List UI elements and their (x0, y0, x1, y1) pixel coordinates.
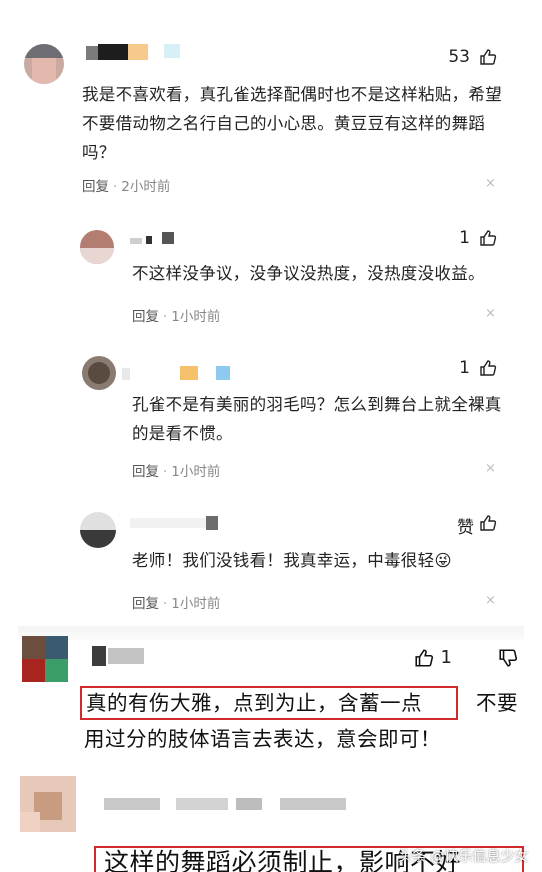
comment-text-body: 老师！我们没钱看！我真幸运，中毒很轻 (132, 551, 435, 570)
timestamp: 1小时前 (171, 309, 221, 325)
avatar[interactable] (82, 356, 116, 390)
close-icon[interactable]: × (485, 306, 496, 321)
thumbs-up-icon[interactable] (414, 648, 434, 668)
like-count: 53 (448, 47, 470, 67)
thumbs-down-icon[interactable] (498, 648, 518, 668)
comment-meta: 回复 · 1小时前 (132, 309, 221, 325)
comment-meta: 回复 · 1小时前 (132, 464, 221, 480)
like-count: 1 (459, 228, 470, 248)
avatar[interactable] (22, 636, 68, 682)
avatar[interactable] (80, 512, 116, 548)
avatar[interactable] (24, 44, 64, 84)
thumbs-up-icon[interactable] (479, 514, 497, 532)
emoji: 😜 (434, 551, 452, 570)
thumbs-up-icon[interactable] (479, 229, 497, 247)
close-icon[interactable]: × (485, 176, 496, 191)
close-icon[interactable]: × (485, 593, 496, 608)
highlighted-text: 真的有伤大雅，点到为止，含蓄一点 (86, 691, 422, 715)
comment-text: 不要 (476, 691, 518, 715)
username-blurred[interactable] (122, 368, 130, 380)
username-blurred[interactable] (130, 518, 210, 528)
timestamp: 1小时前 (171, 464, 221, 480)
like-count: 1 (459, 358, 470, 378)
username-blurred[interactable] (86, 46, 98, 60)
like-word: 赞 (457, 518, 474, 538)
timestamp: 2小时前 (121, 179, 171, 195)
comment-meta: 回复 · 2小时前 (82, 179, 171, 195)
like-count: 1 (440, 647, 452, 668)
thumbs-up-icon[interactable] (479, 359, 497, 377)
timestamp: 1小时前 (171, 596, 221, 612)
username-blurred[interactable] (92, 646, 106, 666)
reply-button[interactable]: 回复 (132, 309, 159, 325)
avatar[interactable] (20, 776, 76, 832)
avatar[interactable] (80, 230, 114, 264)
comment-text: 孔雀不是有美丽的羽毛吗？怎么到舞台上就全裸真的是看不惯。 (132, 395, 502, 443)
thumbs-up-icon[interactable] (479, 48, 497, 66)
watermark: 头条 @快乐信息少女 (398, 849, 529, 865)
screenshot-divider (18, 626, 524, 640)
comment-text: 用过分的肢体语言去表达，意会即可！ (84, 727, 441, 751)
username-blurred[interactable] (130, 238, 142, 244)
reply-button[interactable]: 回复 (82, 179, 109, 195)
reply-button[interactable]: 回复 (132, 464, 159, 480)
comment-text: 不这样没争议，没争议没热度，没热度没收益。 (132, 264, 485, 283)
comment-text: 我是不喜欢看，真孔雀选择配偶时也不是这样粘贴，希望不要借动物之名行自己的小心思。… (82, 85, 502, 162)
comment-text: 老师！我们没钱看！我真幸运，中毒很轻😜 (132, 546, 512, 575)
username-blurred[interactable] (104, 798, 160, 810)
reply-button[interactable]: 回复 (132, 596, 159, 612)
comment-meta: 回复 · 1小时前 (132, 596, 221, 612)
close-icon[interactable]: × (485, 461, 496, 476)
